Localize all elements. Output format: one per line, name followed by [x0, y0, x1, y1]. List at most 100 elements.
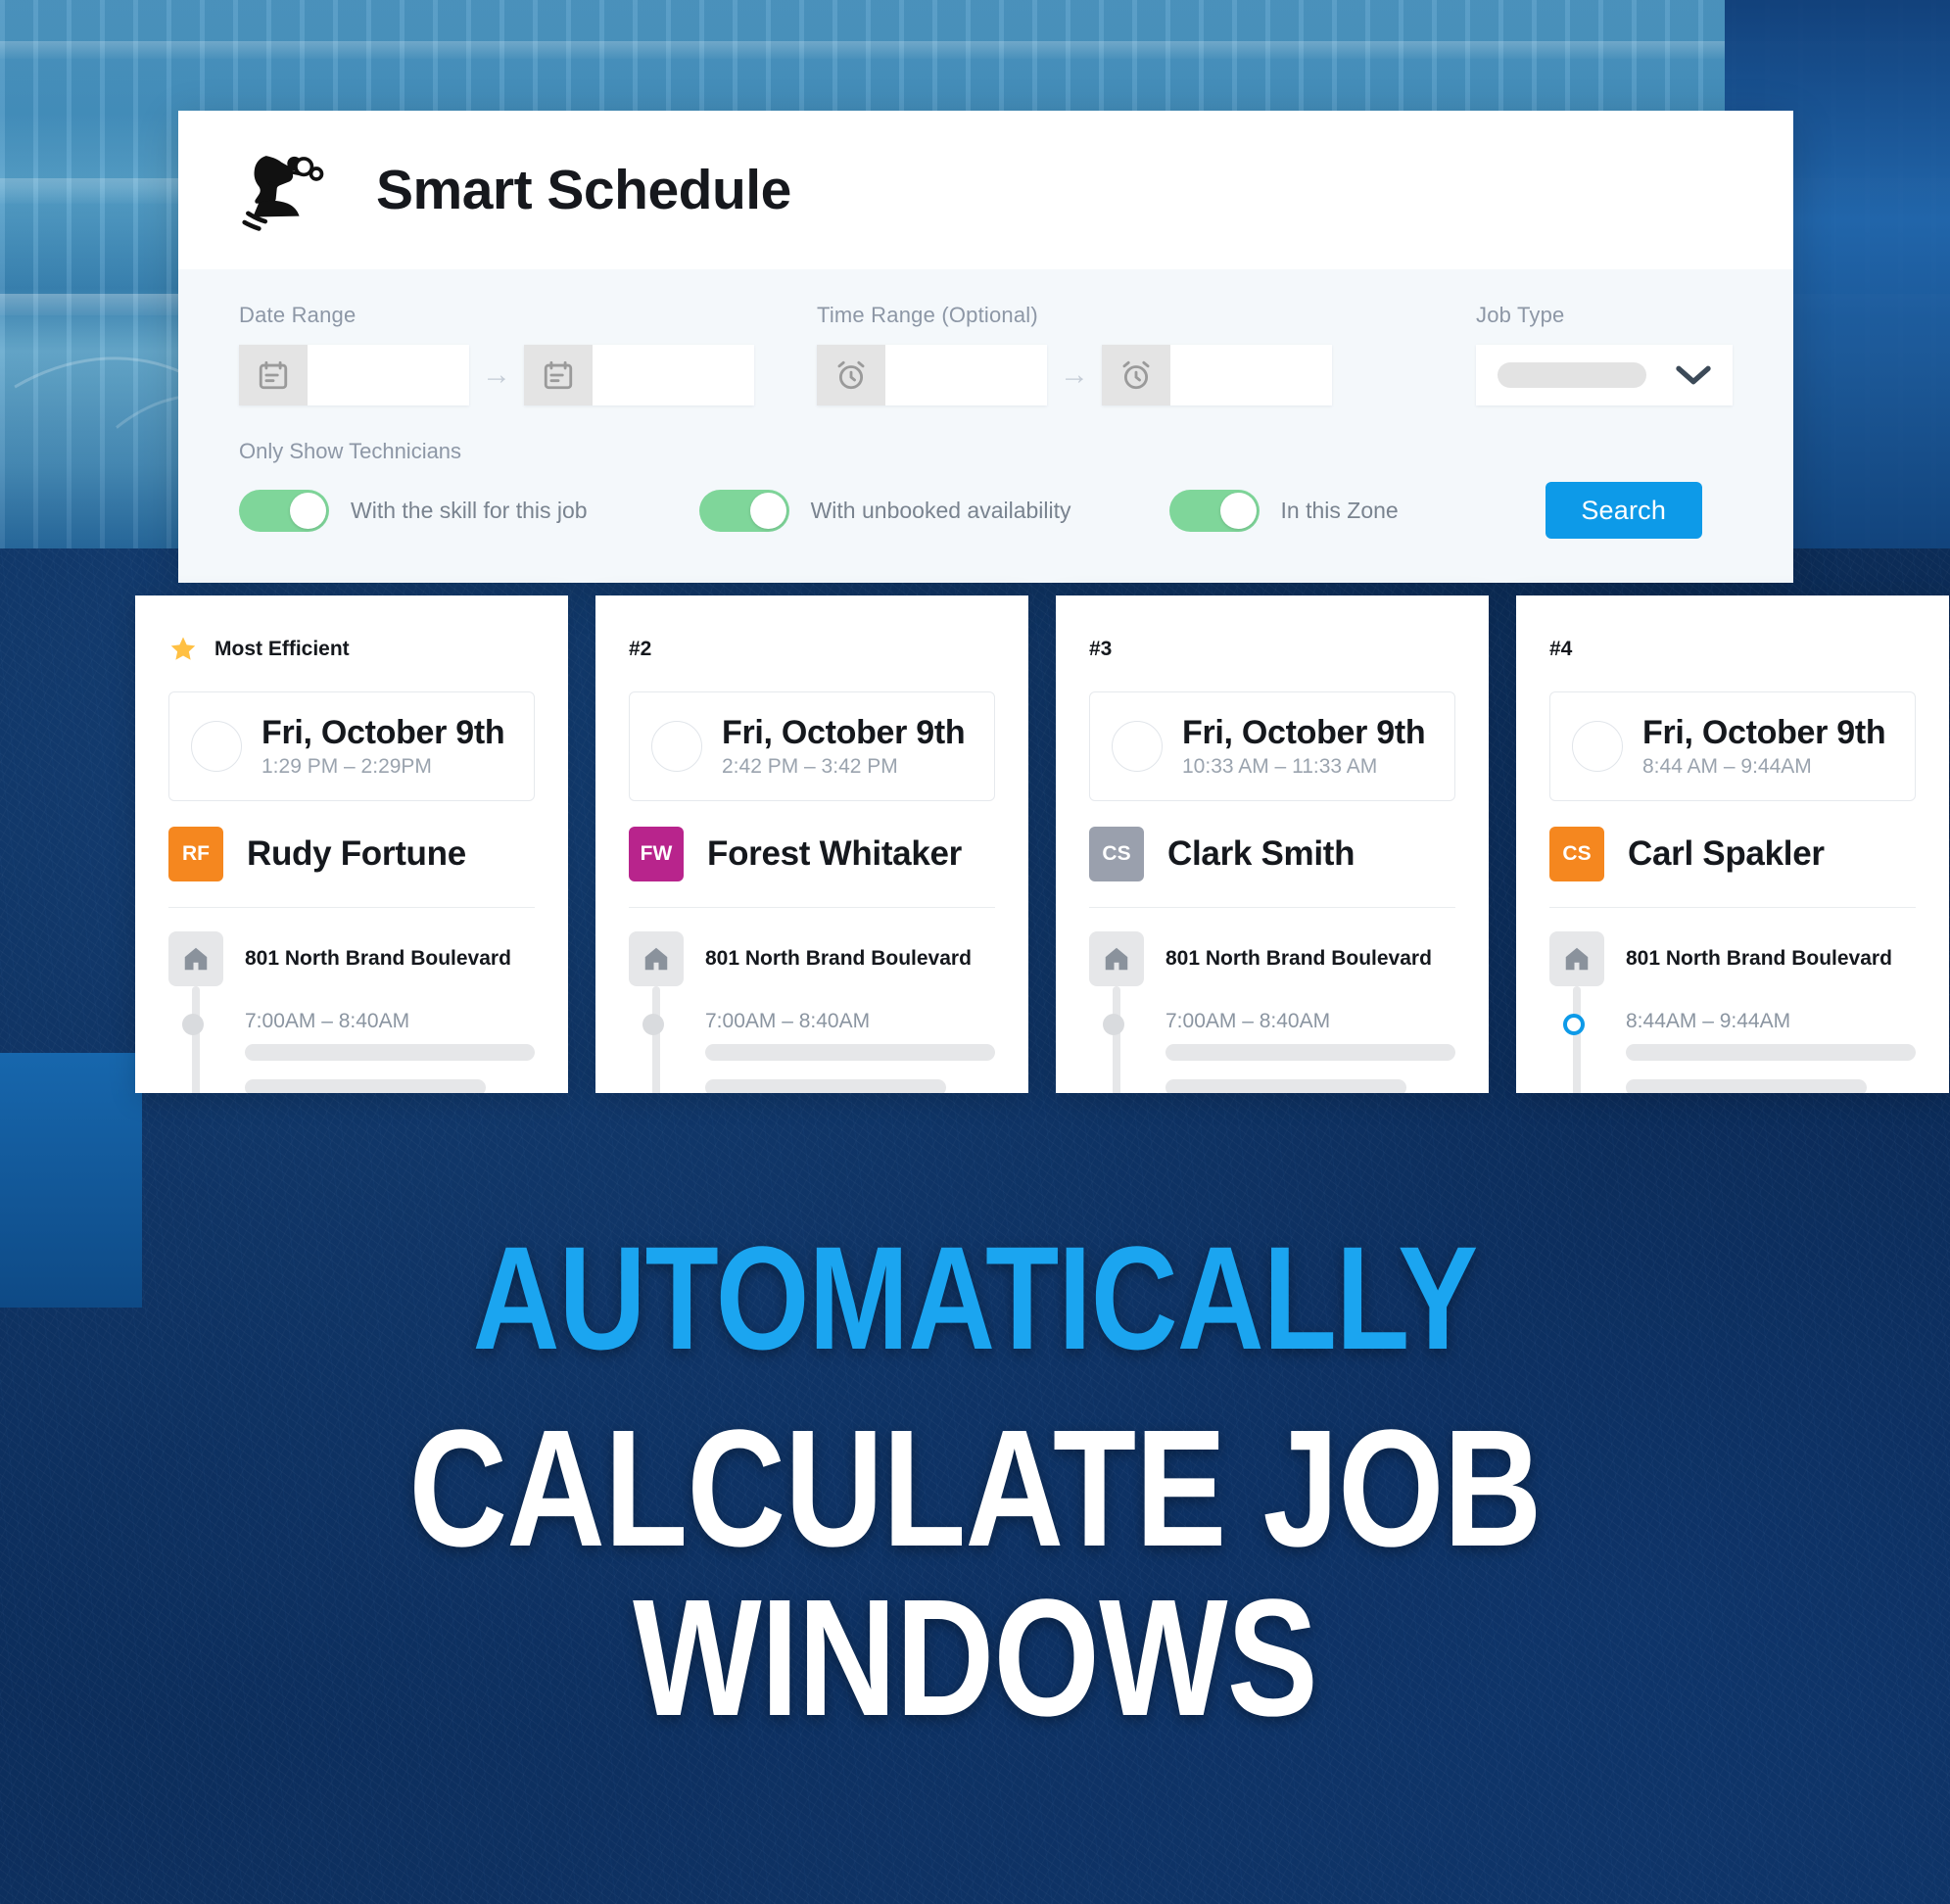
- headline-line-1: Automatically: [472, 1215, 1479, 1380]
- card-gap: [568, 595, 595, 1093]
- skeleton-bar: [1165, 1044, 1455, 1061]
- timeline-dot: [1103, 1014, 1124, 1035]
- time-range-label: Time Range (Optional): [817, 303, 1038, 327]
- toggle-skill-for-job-label: With the skill for this job: [351, 497, 588, 523]
- select-radio[interactable]: [191, 721, 242, 772]
- technician-toggles-row: With the skill for this job With unbooke…: [239, 482, 1733, 539]
- result-card[interactable]: Most Efficient Fri, October 9th 1:29 PM …: [135, 595, 568, 1093]
- date-range-group: Date Range →: [239, 303, 754, 405]
- slot-time: 7:00AM – 8:40AM: [245, 1010, 410, 1032]
- date-label: Fri, October 9th: [722, 713, 966, 751]
- time-end-input[interactable]: [1170, 345, 1332, 405]
- slot-time: 8:44AM – 9:44AM: [1626, 1010, 1791, 1032]
- rank-label: #3: [1089, 638, 1113, 660]
- toggle-in-this-zone[interactable]: In this Zone: [1168, 489, 1399, 532]
- date-window-option[interactable]: Fri, October 9th 10:33 AM – 11:33 AM: [1089, 691, 1455, 801]
- filter-inputs-row: Date Range → Time Range (Optional) → Job…: [239, 303, 1733, 405]
- timeline-slots: 7:00AM – 8:40AM 10:33AM – 11:33AM 1:00PM…: [1089, 986, 1455, 1093]
- timeline-slot: 7:00AM – 8:40AM: [642, 1010, 995, 1093]
- window-label: 10:33 AM – 11:33 AM: [1182, 755, 1378, 779]
- technician-row: RF Rudy Fortune: [168, 827, 535, 908]
- rank-label: Most Efficient: [214, 638, 350, 660]
- toggle-unbooked-availability-switch[interactable]: [698, 489, 789, 532]
- address-row: 801 North Brand Boulevard: [168, 931, 535, 986]
- skeleton-bar: [705, 1044, 995, 1061]
- timeline-dot-active: [1563, 1014, 1585, 1035]
- technician-name: Carl Spakler: [1628, 834, 1825, 873]
- skeleton-bar: [1626, 1044, 1916, 1061]
- date-texts: Fri, October 9th 2:42 PM – 3:42 PM: [722, 713, 966, 779]
- result-card[interactable]: #3 Fri, October 9th 10:33 AM – 11:33 AM …: [1056, 595, 1489, 1093]
- rank-label: #2: [629, 638, 652, 660]
- window-label: 1:29 PM – 2:29PM: [262, 755, 432, 779]
- date-label: Fri, October 9th: [262, 713, 505, 751]
- result-card[interactable]: #4 Fri, October 9th 8:44 AM – 9:44AM CS …: [1516, 595, 1949, 1093]
- time-start-input-combo[interactable]: [817, 345, 1047, 405]
- page-title: Smart Schedule: [376, 158, 791, 221]
- select-radio[interactable]: [1112, 721, 1163, 772]
- address-label: 801 North Brand Boulevard: [1165, 947, 1432, 970]
- window-label: 2:42 PM – 3:42 PM: [722, 755, 898, 779]
- promo-headline: Automatically Calculate Job Windows: [0, 1224, 1950, 1744]
- skeleton-bar: [245, 1079, 486, 1093]
- rank-row: #2: [629, 633, 995, 666]
- timeline-dot: [182, 1014, 204, 1035]
- schedule-timeline: 801 North Brand Boulevard 8:44AM – 9:44A…: [1549, 931, 1916, 1093]
- date-range-label: Date Range: [239, 303, 357, 327]
- date-start-input[interactable]: [308, 345, 469, 405]
- star-icon: [170, 637, 196, 660]
- toggle-in-this-zone-label: In this Zone: [1280, 497, 1399, 523]
- select-radio[interactable]: [651, 721, 702, 772]
- home-icon: [1089, 931, 1144, 986]
- home-icon: [1549, 931, 1604, 986]
- toggle-in-this-zone-switch[interactable]: [1168, 489, 1260, 532]
- time-start-input[interactable]: [885, 345, 1047, 405]
- timeline-slots: 8:44AM – 9:44AM 11:00AM – 12:38AM 3:00AM…: [1549, 986, 1916, 1093]
- timeline-slot: 7:00AM – 8:40AM: [1103, 1010, 1455, 1093]
- result-card[interactable]: #2 Fri, October 9th 2:42 PM – 3:42 PM FW…: [595, 595, 1028, 1093]
- slot-time: 7:00AM – 8:40AM: [1165, 1010, 1331, 1032]
- rank-row: #4: [1549, 633, 1916, 666]
- date-range-inputs: →: [239, 345, 754, 405]
- time-range-arrow-icon: →: [1060, 358, 1089, 391]
- search-button[interactable]: Search: [1545, 482, 1702, 539]
- toggle-skill-for-job[interactable]: With the skill for this job: [239, 489, 588, 532]
- skeleton-bar: [245, 1044, 535, 1061]
- time-range-group: Time Range (Optional) →: [817, 303, 1332, 405]
- duct-band: [0, 41, 1950, 59]
- date-texts: Fri, October 9th 8:44 AM – 9:44AM: [1642, 713, 1886, 779]
- toggle-skill-for-job-switch[interactable]: [239, 489, 329, 532]
- address-row: 801 North Brand Boulevard: [1089, 931, 1455, 986]
- date-start-input-combo[interactable]: [239, 345, 469, 405]
- address-row: 801 North Brand Boulevard: [629, 931, 995, 986]
- avatar: CS: [1089, 827, 1144, 881]
- date-end-input-combo[interactable]: [524, 345, 754, 405]
- home-icon: [168, 931, 223, 986]
- toggle-unbooked-availability-label: With unbooked availability: [810, 497, 1071, 523]
- date-window-option[interactable]: Fri, October 9th 2:42 PM – 3:42 PM: [629, 691, 995, 801]
- select-radio[interactable]: [1572, 721, 1623, 772]
- date-window-option[interactable]: Fri, October 9th 8:44 AM – 9:44AM: [1549, 691, 1916, 801]
- job-type-group: Job Type: [1476, 303, 1733, 405]
- slot-time: 7:00AM – 8:40AM: [705, 1010, 871, 1032]
- timeline-slot: 7:00AM – 8:40AM: [182, 1010, 535, 1093]
- toggle-unbooked-availability[interactable]: With unbooked availability: [698, 489, 1071, 532]
- calendar-icon: [239, 345, 308, 405]
- address-label: 801 North Brand Boulevard: [1626, 947, 1892, 970]
- timeline-slots: 7:00AM – 8:40AM 9:00AM – 10:42AM 2:42PM–…: [629, 986, 995, 1093]
- filter-bar: Date Range → Time Range (Optional) → Job…: [178, 269, 1793, 583]
- date-window-option[interactable]: Fri, October 9th 1:29 PM – 2:29PM: [168, 691, 535, 801]
- technician-name: Clark Smith: [1167, 834, 1355, 873]
- calendar-icon: [524, 345, 593, 405]
- date-label: Fri, October 9th: [1642, 713, 1886, 751]
- avatar: RF: [168, 827, 223, 881]
- rank-label: #4: [1549, 638, 1573, 660]
- time-end-input-combo[interactable]: [1102, 345, 1332, 405]
- job-type-select[interactable]: [1476, 345, 1733, 405]
- job-type-value: [1498, 362, 1646, 388]
- chevron-down-icon[interactable]: [1674, 362, 1713, 388]
- home-icon: [629, 931, 684, 986]
- date-end-input[interactable]: [593, 345, 754, 405]
- job-type-label: Job Type: [1476, 303, 1565, 327]
- date-range-arrow-icon: →: [482, 358, 511, 391]
